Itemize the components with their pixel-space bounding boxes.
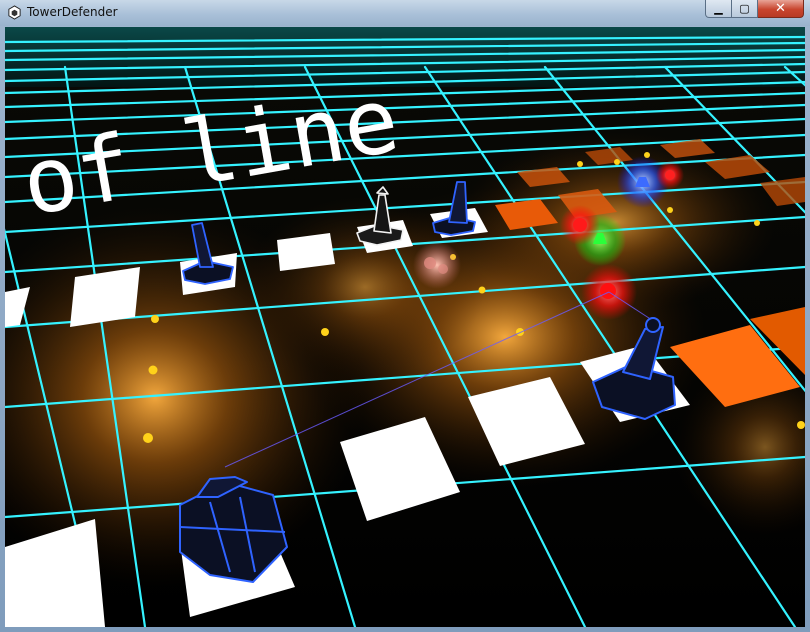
minimize-button[interactable]: ▁ xyxy=(705,0,732,18)
game-viewport[interactable]: of line xyxy=(5,27,805,627)
close-button[interactable]: ✕ xyxy=(758,0,804,18)
game-scene[interactable]: of line xyxy=(5,27,805,627)
app-window: TowerDefender ▁ ▢ ✕ of line xyxy=(0,0,810,632)
minimize-icon: ▁ xyxy=(714,2,723,15)
unity-icon xyxy=(8,5,21,20)
maximize-button[interactable]: ▢ xyxy=(732,0,758,18)
title-bar[interactable]: TowerDefender ▁ ▢ ✕ xyxy=(0,0,810,26)
window-title: TowerDefender xyxy=(27,5,118,19)
close-icon: ✕ xyxy=(775,1,786,16)
maximize-icon: ▢ xyxy=(739,2,750,15)
